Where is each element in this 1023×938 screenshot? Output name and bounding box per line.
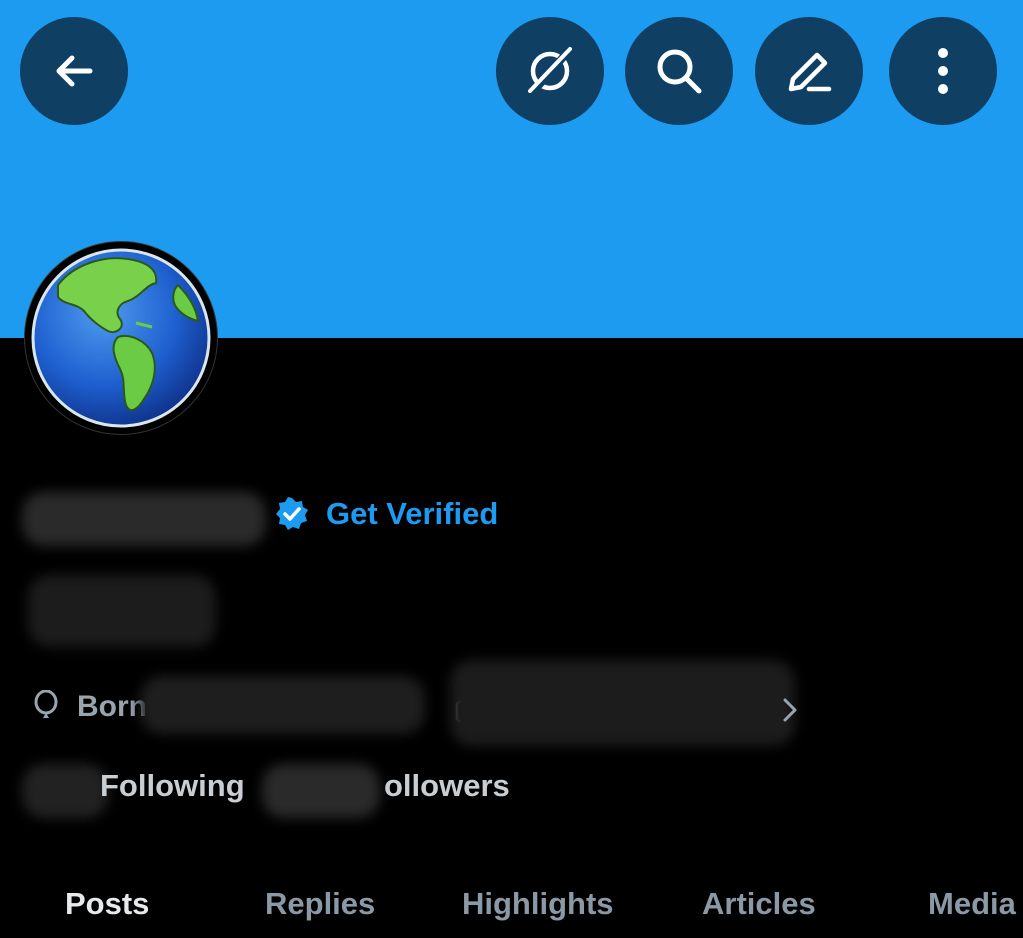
- birth-info: Born: [33, 690, 147, 724]
- get-verified-label: Get Verified: [326, 496, 499, 531]
- tab-highlights[interactable]: Highlights: [462, 886, 614, 922]
- more-vertical-icon: [938, 48, 948, 94]
- globe-icon: [31, 248, 211, 428]
- tab-articles[interactable]: Articles: [702, 886, 816, 922]
- pencil-icon: [788, 52, 832, 92]
- edit-button[interactable]: [755, 17, 863, 125]
- redacted-following-count: [22, 764, 108, 818]
- tab-posts[interactable]: Posts: [65, 886, 149, 922]
- more-button[interactable]: [889, 17, 997, 125]
- redacted-handle: [28, 575, 216, 647]
- born-label: Born: [77, 690, 147, 723]
- redacted-birth-date: [140, 676, 425, 734]
- avatar[interactable]: [25, 242, 217, 434]
- chevron-right-icon[interactable]: [780, 696, 800, 724]
- following-label[interactable]: Following: [100, 768, 245, 804]
- tab-replies[interactable]: Replies: [265, 886, 375, 922]
- profile-tabs: Posts Replies Highlights Articles Media: [0, 876, 1023, 938]
- redacted-followers-count: [262, 764, 380, 818]
- search-icon: [657, 49, 702, 94]
- get-verified-button[interactable]: Get Verified: [274, 496, 498, 532]
- search-button[interactable]: [625, 17, 733, 125]
- tab-media[interactable]: Media: [928, 886, 1016, 922]
- balloon-icon: [34, 690, 58, 718]
- verified-badge-icon: [276, 497, 308, 530]
- back-button[interactable]: [20, 17, 128, 125]
- redacted-join-date: [450, 660, 795, 746]
- arrow-left-icon: [56, 55, 93, 87]
- grok-icon: [528, 44, 576, 96]
- redacted-display-name: [22, 492, 266, 546]
- followers-label[interactable]: ollowers: [384, 768, 510, 804]
- grok-button[interactable]: [496, 17, 604, 125]
